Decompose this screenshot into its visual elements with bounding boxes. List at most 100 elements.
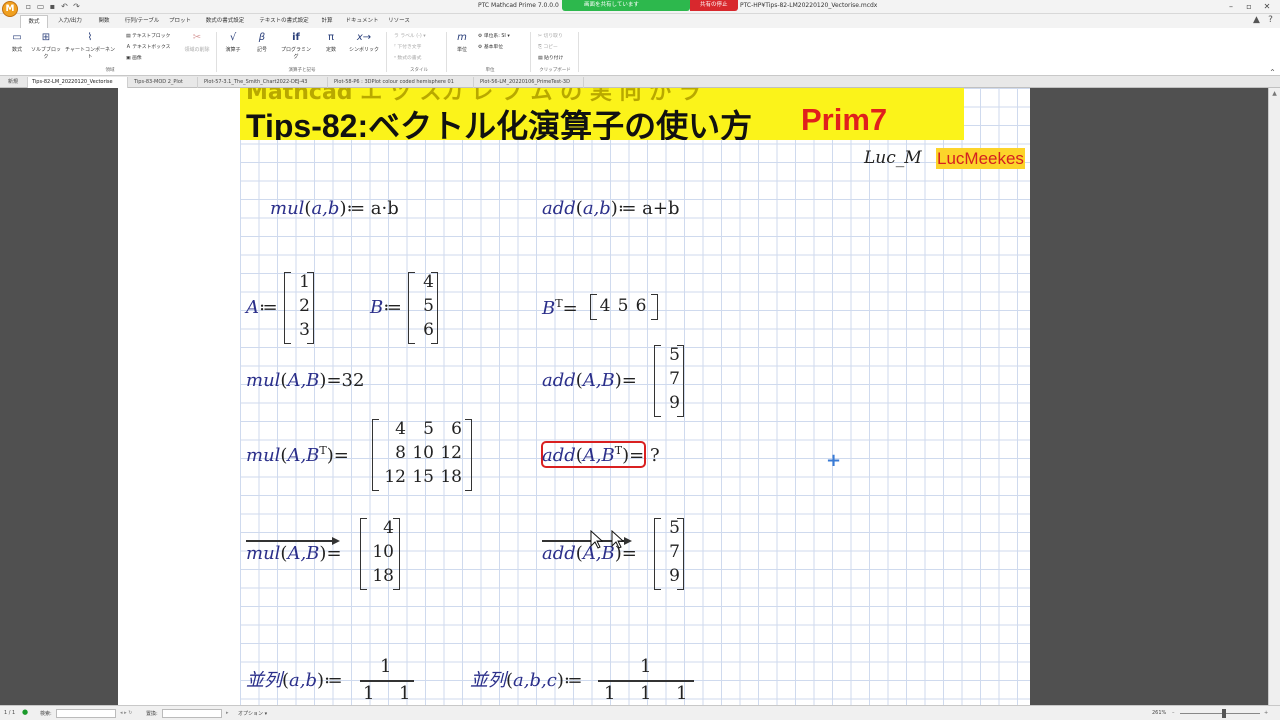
subscript-button[interactable]: ᵀ 下付き文字 [394,43,421,50]
undo-icon[interactable]: ↶ [60,2,69,11]
tab-calculation[interactable]: 計算 [316,15,338,28]
label-dropdown[interactable]: ラ ラベル (-) ▾ [394,32,426,39]
mul-ab-eval[interactable]: mul(A,B)=32 [246,370,364,391]
tab-matrices-tables[interactable]: 行列/テーブル [122,15,162,28]
tab-functions[interactable]: 関数 [92,15,116,28]
constants-button[interactable]: π 定数 [320,32,342,53]
replace-nav-icons[interactable]: ▸ [226,710,229,716]
text-block-button[interactable]: ▤ テキストブロック [126,32,170,39]
add-ab-eval[interactable]: add(A,B)= [542,370,637,391]
bracket-right [393,518,400,590]
scroll-up-icon[interactable]: ▲ [1269,90,1280,99]
operators-button[interactable]: √ 演算子 [222,32,244,53]
remove-area-button[interactable]: ✂ 領域の削除 [180,32,214,53]
redo-icon[interactable]: ↷ [72,2,81,11]
vadd-result-matrix[interactable]: 5 7 9 [654,518,684,590]
doc-tab-plot-57[interactable]: Plot-57-3.1_The_Smith_Chart2022-DEJ-43 [200,77,328,88]
ribbon-panel: ▭ 数式 ⊞ ソルブブロック ⌇ チャートコンポーネント ▤ テキストブロック … [0,28,1280,77]
vectorized-mul-eval[interactable]: mul(A,B)= [246,543,342,564]
doc-tab-plot-56[interactable]: Plot-56-LM_20220106_PrimeTest-3D [476,77,584,88]
parallel2-definition[interactable]: 並列(a,b)≔ [246,666,343,692]
paste-button[interactable]: ▤ 貼り付け [538,54,563,61]
matrix-cell: 18 [372,566,394,586]
text-box-button[interactable]: Ａ テキストボックス [126,43,170,50]
matrix-cell: 4 [395,419,406,439]
b-matrix[interactable]: 4 5 6 [408,272,438,344]
math-format-button[interactable]: ᵃ 数式の書式 [394,54,421,61]
tab-input-output[interactable]: 入力/出力 [52,15,88,28]
unit-system-dropdown[interactable]: ⚙ 単位系: SI ▾ [478,32,510,39]
matrix-cell: 5 [423,419,434,439]
zoom-out-icon[interactable]: – [1172,710,1175,716]
tab-text-formatting[interactable]: テキストの書式設定 [256,15,312,28]
replace-input[interactable] [162,709,222,718]
ribbon-separator [216,32,217,72]
units-button[interactable]: m 単位 [452,32,472,53]
cut-button[interactable]: ✂ 切り取り [538,32,563,39]
doc-tab-tips-82[interactable]: Tips-82-LM_20220120_Vectorise [28,77,128,88]
add-abt-eval[interactable]: add(A,BT)= ? [542,444,660,466]
vmul-result-matrix[interactable]: 4 10 18 [360,518,400,590]
base-units-label: 基本単位 [483,45,504,50]
save-icon[interactable]: ▪ [48,2,57,11]
symbols-button[interactable]: β 記号 [252,32,272,53]
maximize-icon[interactable]: ▫ [1243,1,1255,12]
doc-tab-plot-58[interactable]: Plot-58-P6 : 3DPlot colour coded hemisph… [330,77,474,88]
symbolic-button[interactable]: x→ シンボリック [346,32,382,53]
a-matrix[interactable]: 1 2 3 [284,272,314,344]
matrix-cell: 10 [412,443,434,463]
worksheet-area: ▲ [0,88,1280,705]
graduation-cap-icon[interactable]: ▲ [1252,16,1261,25]
worksheet-page[interactable] [118,88,1030,705]
mul-abt-result-matrix[interactable]: 4 5 6 8 10 12 12 15 18 [372,419,474,491]
copy-button[interactable]: ⎘ コピー [538,43,558,50]
solve-block-button[interactable]: ⊞ ソルブブロック [30,32,62,60]
minimize-icon[interactable]: – [1225,1,1237,12]
bracket-right [651,294,658,320]
tab-math-formatting[interactable]: 数式の書式設定 [200,15,250,28]
label-value: (-) [416,34,422,39]
programming-button[interactable]: if プログラミング [280,32,312,60]
mathcad-logo-icon[interactable]: M [2,1,18,17]
b-transpose-eval[interactable]: BT= [542,297,578,319]
tab-document[interactable]: ドキュメント [344,15,380,28]
zoom-slider-track[interactable] [1180,713,1260,714]
add-args: A,B [582,370,615,391]
math-region-button[interactable]: ▭ 数式 [6,32,28,53]
tab-resources[interactable]: リソース [386,15,412,28]
zoom-slider-handle[interactable] [1222,709,1226,718]
new-file-icon[interactable]: ▫ [24,2,33,11]
vertical-scrollbar[interactable]: ▲ [1268,88,1280,705]
scissors-icon: ✂ [192,32,202,43]
doc-tab-new[interactable]: 新規 [4,77,28,88]
open-folder-icon[interactable]: ▭ [36,2,45,11]
chart-component-button[interactable]: ⌇ チャートコンポーネント [64,32,116,60]
add-definition[interactable]: add(a,b)≔ a+b [542,198,679,219]
tab-math[interactable]: 数式 [20,15,48,28]
zoom-in-icon[interactable]: + [1264,710,1268,716]
image-button[interactable]: ▣ 画像 [126,54,142,61]
add-ab-result-matrix[interactable]: 5 7 9 [654,345,684,417]
mul-abt-eval[interactable]: mul(A,BT)= [246,444,349,466]
fraction-numerator: 1 [380,656,392,677]
math-region-label: 数式 [11,47,22,53]
parallel3-definition[interactable]: 並列(a,b,c)≔ [470,666,582,692]
tab-plots[interactable]: プロット [166,15,194,28]
matrix-cell: 10 [372,542,394,562]
a-assignment-label[interactable]: A≔ [246,297,278,318]
mul-args: A,B [287,370,320,391]
doc-tab-tips-83[interactable]: Tips-83-MOD 2_Plot [130,77,198,88]
options-dropdown[interactable]: オプション ▾ [238,710,267,717]
paste-label: 貼り付け [544,56,564,61]
stop-sharing-button[interactable]: 共有の停止 [690,0,738,11]
b-assignment-label[interactable]: B≔ [370,297,402,318]
crosshair-cursor-icon: + [826,450,842,471]
bt-row-matrix[interactable]: 4 5 6 [590,294,658,320]
search-input[interactable] [56,709,116,718]
close-icon[interactable]: ✕ [1261,1,1273,12]
base-units-button[interactable]: ⚙ 基本単位 [478,43,503,50]
mul-definition[interactable]: mul(a,b)≔ a·b [270,198,399,219]
help-icon[interactable]: ? [1266,16,1275,25]
search-nav-icons[interactable]: ◂ ▸ ↻ [120,710,132,716]
b-assign-op: ≔ [383,297,402,318]
